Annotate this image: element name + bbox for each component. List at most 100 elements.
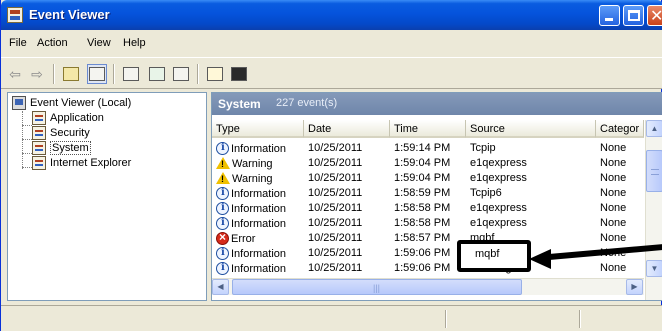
minimize-button[interactable] xyxy=(599,5,620,26)
scroll-right-button[interactable]: ▶ xyxy=(626,279,643,295)
category-cell: None xyxy=(600,262,627,274)
date-cell: 10/25/2011 xyxy=(308,202,363,214)
tree-item-security[interactable]: Security xyxy=(32,126,90,140)
menu-bar: File Action View Help xyxy=(1,30,662,57)
time-cell: 1:58:58 PM xyxy=(394,202,451,214)
table-row[interactable]: Information 10/25/2011 1:59:14 PM Tcpip None xyxy=(212,141,644,156)
type-label: Information xyxy=(231,187,287,200)
menu-action[interactable]: Action xyxy=(37,37,68,49)
type-label: Information xyxy=(231,142,287,155)
menu-file[interactable]: File xyxy=(9,37,27,49)
warning-icon: ! xyxy=(216,172,230,185)
callout-arrow-head xyxy=(529,249,551,269)
table-row[interactable]: Information 10/25/2011 1:58:58 PM e1qexpres… xyxy=(212,216,644,231)
close-icon: ✕ xyxy=(650,8,662,25)
date-cell: 10/25/2011 xyxy=(308,142,363,154)
up-one-level-button[interactable] xyxy=(61,64,81,84)
status-divider xyxy=(579,310,581,328)
back-arrow-icon: ⇦ xyxy=(9,65,21,82)
event-log-icon xyxy=(32,156,46,170)
time-cell: 1:59:06 PM xyxy=(394,247,451,259)
toolbar-separator xyxy=(113,64,115,84)
properties-button[interactable] xyxy=(121,64,141,84)
menu-help[interactable]: Help xyxy=(123,37,146,49)
tree-root[interactable]: Event Viewer (Local) xyxy=(12,96,131,110)
type-cell: Information xyxy=(216,187,286,200)
info-icon xyxy=(216,217,229,230)
table-row[interactable]: Information 10/25/2011 1:58:59 PM Tcpip6 Non… xyxy=(212,186,644,201)
pane-header: System 227 event(s) xyxy=(212,93,662,115)
date-cell: 10/25/2011 xyxy=(308,232,363,244)
table-row[interactable]: Information10/25/20111:59:06 PMeventlogN… xyxy=(212,261,644,276)
category-cell: None xyxy=(600,142,627,154)
type-cell: ! Warning xyxy=(216,157,273,170)
column-header-time[interactable]: Time xyxy=(390,120,466,138)
category-cell: None xyxy=(600,232,627,244)
forward-button[interactable]: ⇨ xyxy=(27,64,47,84)
horizontal-scroll-thumb[interactable]: ||| xyxy=(232,279,522,295)
table-row[interactable]: Error10/25/20111:58:57 PMmqbfNone xyxy=(212,230,644,246)
help-button[interactable] xyxy=(205,64,225,84)
close-button[interactable]: ✕ xyxy=(647,5,662,26)
horizontal-scrollbar[interactable]: ◀ ||| ▶ xyxy=(212,278,644,295)
source-cell: e1qexpress xyxy=(470,157,527,169)
type-cell: Information xyxy=(216,262,286,275)
scroll-left-button[interactable]: ◀ xyxy=(212,279,229,295)
vertical-scrollbar[interactable]: ▲ ▼ xyxy=(645,120,662,300)
title-bar[interactable]: Event Viewer ✕ xyxy=(1,0,662,30)
tree-item-application[interactable]: Application xyxy=(32,111,104,125)
export-list-icon xyxy=(173,67,189,81)
forward-arrow-icon: ⇨ xyxy=(31,65,43,82)
date-cell: 10/25/2011 xyxy=(308,187,363,199)
time-cell: 1:58:59 PM xyxy=(394,187,451,199)
scroll-up-button[interactable]: ▲ xyxy=(646,120,662,137)
tree-item-internet-explorer[interactable]: Internet Explorer xyxy=(32,156,131,170)
source-cell: e1qexpress xyxy=(470,202,527,214)
column-header-type[interactable]: Type xyxy=(212,120,304,138)
tree-connector xyxy=(22,167,32,168)
table-row[interactable]: ! Warning 10/25/2011 1:59:04 PM e1qexpress No… xyxy=(212,156,644,171)
vertical-scroll-thumb[interactable] xyxy=(646,150,662,192)
refresh-button[interactable] xyxy=(147,64,167,84)
event-viewer-app-icon xyxy=(7,7,23,23)
time-cell: 1:59:04 PM xyxy=(394,157,451,169)
table-row[interactable]: Information 10/25/2011 1:58:58 PM e1qexpres… xyxy=(212,201,644,216)
event-log-icon xyxy=(32,111,46,125)
event-count: 227 event(s) xyxy=(276,97,338,109)
category-cell: None xyxy=(600,187,627,199)
tree-connector xyxy=(22,139,32,140)
maximize-button[interactable] xyxy=(623,5,644,26)
status-divider xyxy=(445,310,447,328)
type-cell: ! Warning xyxy=(216,172,273,185)
tree-item-label: Application xyxy=(50,112,104,124)
toolbar-separator xyxy=(197,64,199,84)
date-cell: 10/25/2011 xyxy=(308,172,363,184)
tree-connector xyxy=(22,153,32,154)
pane-title: System xyxy=(218,97,261,111)
export-list-button[interactable] xyxy=(171,64,191,84)
view-button[interactable] xyxy=(229,64,249,84)
scroll-down-button[interactable]: ▼ xyxy=(646,260,662,277)
column-header-category[interactable]: Categor xyxy=(596,120,644,138)
source-cell: Tcpip xyxy=(470,142,496,154)
info-icon xyxy=(216,142,229,155)
source-cell: e1qexpress xyxy=(470,217,527,229)
event-log-icon xyxy=(32,126,46,140)
type-label: Information xyxy=(231,247,287,260)
back-button[interactable]: ⇦ xyxy=(5,64,25,84)
column-header-date[interactable]: Date xyxy=(304,120,390,138)
menu-view[interactable]: View xyxy=(87,37,111,49)
type-cell: Information xyxy=(216,217,286,230)
type-label: Information xyxy=(231,202,287,215)
time-cell: 1:59:04 PM xyxy=(394,172,451,184)
show-hide-tree-icon xyxy=(89,67,105,81)
date-cell: 10/25/2011 xyxy=(308,247,363,259)
window-title: Event Viewer xyxy=(29,7,110,22)
table-row[interactable]: ! Warning 10/25/2011 1:59:04 PM e1qexpress No… xyxy=(212,171,644,186)
tree-item-system[interactable]: System xyxy=(32,141,91,155)
error-icon xyxy=(216,230,229,245)
maximize-icon xyxy=(628,10,640,21)
column-header-source[interactable]: Source xyxy=(466,120,596,138)
type-cell: Error xyxy=(216,230,255,245)
show-hide-tree-button[interactable] xyxy=(87,64,107,84)
